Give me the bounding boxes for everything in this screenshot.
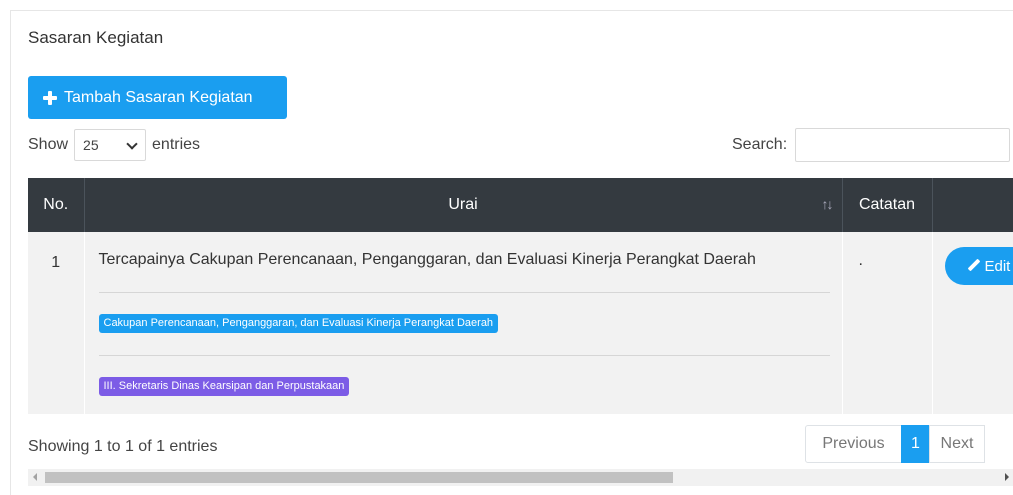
entries-select-value: 25 — [83, 137, 99, 153]
chevron-down-icon — [127, 140, 137, 150]
length-control: Show 25 entries — [28, 129, 200, 161]
add-button-label: Tambah Sasaran Kegiatan — [64, 88, 253, 106]
divider — [98, 355, 830, 356]
scroll-left-arrow[interactable] — [33, 473, 37, 481]
header-no[interactable]: No. — [28, 178, 85, 232]
divider — [98, 292, 830, 293]
search-control: Search: — [732, 128, 1011, 162]
search-label: Search: — [732, 136, 788, 153]
cell-no: 1 — [28, 232, 85, 414]
sasaran-kegiatan-card: Sasaran Kegiatan Tambah Sasaran Kegiatan… — [10, 10, 1013, 495]
sort-icon: ↑↓ — [821, 196, 834, 212]
edit-button[interactable]: Edit — [944, 247, 1013, 285]
pagination: Previous 1 Next — [805, 425, 985, 463]
pagination-page-1[interactable]: 1 — [901, 425, 930, 463]
table-header-row: No. Urai ↑↓ Catatan — [28, 178, 1013, 232]
header-urai-label: Urai — [448, 196, 478, 213]
pencil-icon — [967, 259, 981, 273]
entries-label: entries — [152, 136, 201, 153]
search-input[interactable] — [795, 128, 1011, 162]
header-urai[interactable]: Urai ↑↓ — [84, 178, 843, 232]
horizontal-scrollbar[interactable] — [28, 469, 1013, 486]
cell-catatan: . — [842, 232, 933, 414]
pagination-previous[interactable]: Previous — [805, 425, 902, 463]
scroll-right-arrow[interactable] — [1005, 473, 1009, 481]
unit-badge: III. Sekretaris Dinas Kearsipan dan Perp… — [98, 377, 350, 396]
indicator-badge: Cakupan Perencanaan, Penganggaran, dan E… — [98, 314, 499, 333]
cell-urai: Tercapainya Cakupan Perencanaan, Pengang… — [84, 232, 843, 414]
pagination-next[interactable]: Next — [929, 425, 985, 463]
edit-button-label: Edit — [984, 257, 1011, 275]
header-aksi — [932, 178, 1013, 232]
cell-aksi: Edit — [932, 232, 1013, 414]
sasaran-table: No. Urai ↑↓ Catatan 1 Tercapainya Cakupa… — [28, 178, 1013, 414]
add-sasaran-kegiatan-button[interactable]: Tambah Sasaran Kegiatan — [28, 76, 287, 119]
show-label: Show — [28, 136, 69, 153]
urai-title: Tercapainya Cakupan Perencanaan, Pengang… — [98, 251, 756, 268]
table-row: 1 Tercapainya Cakupan Perencanaan, Penga… — [28, 232, 1013, 414]
header-catatan[interactable]: Catatan — [842, 178, 933, 232]
entries-select[interactable]: 25 — [74, 129, 147, 161]
card-title: Sasaran Kegiatan — [28, 28, 164, 47]
plus-icon — [42, 90, 58, 106]
scrollbar-thumb[interactable] — [45, 472, 673, 483]
table-info: Showing 1 to 1 of 1 entries — [28, 438, 218, 455]
